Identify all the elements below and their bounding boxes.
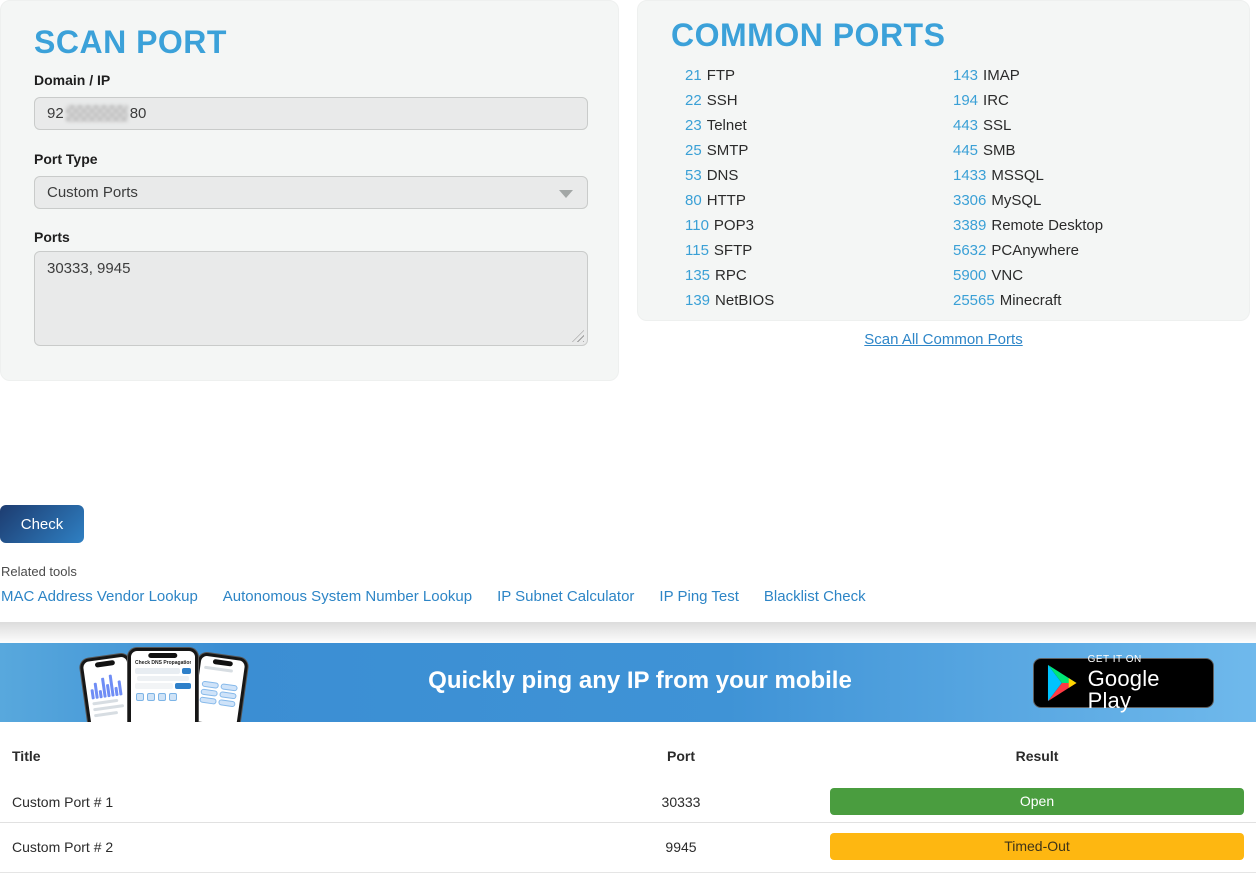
common-port-link[interactable]: 139NetBIOS bbox=[685, 292, 774, 317]
common-port-link[interactable]: 110POP3 bbox=[685, 217, 774, 242]
ports-textarea[interactable]: 30333, 9945 bbox=[34, 251, 588, 346]
result-row-port: 9945 bbox=[532, 839, 830, 855]
phone-center: Check DNS Propagation bbox=[128, 648, 198, 722]
related-tool-link-mac-address[interactable]: MAC Address Vendor Lookup bbox=[1, 588, 198, 605]
scan-port-card: SCAN PORT Domain / IP 92 80 Port Type Cu… bbox=[0, 0, 619, 381]
related-tool-link-asn-lookup[interactable]: Autonomous System Number Lookup bbox=[223, 588, 472, 605]
related-tool-link-ip-subnet[interactable]: IP Subnet Calculator bbox=[497, 588, 634, 605]
common-ports-column-1: 21FTP 22SSH 23Telnet 25SMTP 53DNS 80HTTP… bbox=[685, 67, 774, 317]
related-tools-label: Related tools bbox=[1, 564, 77, 579]
chevron-down-icon bbox=[559, 190, 573, 198]
google-play-label: Google Play bbox=[1088, 668, 1201, 712]
common-port-link[interactable]: 194IRC bbox=[953, 92, 1103, 117]
google-play-icon bbox=[1046, 664, 1078, 702]
resize-grip-icon[interactable] bbox=[572, 330, 584, 342]
common-port-link[interactable]: 443SSL bbox=[953, 117, 1103, 142]
common-port-link[interactable]: 53DNS bbox=[685, 167, 774, 192]
common-ports-column-2: 143IMAP 194IRC 443SSL 445SMB 1433MSSQL 3… bbox=[953, 67, 1103, 317]
common-port-link[interactable]: 21FTP bbox=[685, 67, 774, 92]
port-type-selected-value: Custom Ports bbox=[47, 184, 138, 201]
header-port: Port bbox=[532, 748, 830, 764]
common-port-link[interactable]: 1433MSSQL bbox=[953, 167, 1103, 192]
table-row: Custom Port # 2 9945 Timed-Out bbox=[0, 833, 1256, 860]
port-type-select[interactable]: Custom Ports bbox=[34, 176, 588, 209]
status-badge: Open bbox=[830, 788, 1244, 815]
check-button[interactable]: Check bbox=[0, 505, 84, 543]
scan-all-wrapper: Scan All Common Ports bbox=[637, 331, 1250, 349]
ports-label: Ports bbox=[34, 229, 70, 245]
common-port-link[interactable]: 3306MySQL bbox=[953, 192, 1103, 217]
phone-mockups-image: Check DNS Propagation bbox=[84, 646, 244, 722]
header-result: Result bbox=[830, 748, 1244, 764]
common-port-link[interactable]: 5900VNC bbox=[953, 267, 1103, 292]
related-tools-row: MAC Address Vendor Lookup Autonomous Sys… bbox=[1, 588, 866, 605]
domain-ip-value-suffix: 80 bbox=[130, 105, 147, 122]
banner-headline: Quickly ping any IP from your mobile bbox=[260, 667, 1020, 695]
common-port-link[interactable]: 22SSH bbox=[685, 92, 774, 117]
common-ports-title: COMMON PORTS bbox=[671, 17, 945, 54]
phone-notch bbox=[213, 659, 234, 667]
common-port-link[interactable]: 445SMB bbox=[953, 142, 1103, 167]
common-ports-card: COMMON PORTS 21FTP 22SSH 23Telnet 25SMTP… bbox=[637, 0, 1250, 321]
common-port-link[interactable]: 80HTTP bbox=[685, 192, 774, 217]
phone-notch bbox=[95, 660, 116, 668]
port-type-label: Port Type bbox=[34, 151, 98, 167]
ping-chart-graphic bbox=[88, 669, 127, 700]
common-port-link[interactable]: 5632PCAnywhere bbox=[953, 242, 1103, 267]
result-row-port: 30333 bbox=[532, 794, 830, 810]
domain-ip-value-prefix: 92 bbox=[47, 105, 64, 122]
common-port-link[interactable]: 25565Minecraft bbox=[953, 292, 1103, 317]
mobile-app-banner: Check DNS Propagation Quickly ping any I… bbox=[0, 643, 1256, 722]
common-port-link[interactable]: 143IMAP bbox=[953, 67, 1103, 92]
get-it-on-label: GET IT ON bbox=[1088, 655, 1201, 665]
common-port-link[interactable]: 115SFTP bbox=[685, 242, 774, 267]
header-title: Title bbox=[12, 748, 532, 764]
ports-value: 30333, 9945 bbox=[47, 260, 130, 277]
common-port-link[interactable]: 3389Remote Desktop bbox=[953, 217, 1103, 242]
phone-right bbox=[189, 652, 249, 722]
results-header-row: Title Port Result bbox=[0, 748, 1256, 764]
common-port-link[interactable]: 25SMTP bbox=[685, 142, 774, 167]
domain-ip-input[interactable]: 92 80 bbox=[34, 97, 588, 130]
common-port-link[interactable]: 135RPC bbox=[685, 267, 774, 292]
google-play-badge[interactable]: GET IT ON Google Play bbox=[1033, 658, 1214, 708]
scan-results-table: Title Port Result Custom Port # 1 30333 … bbox=[0, 738, 1256, 875]
status-badge: Timed-Out bbox=[830, 833, 1244, 860]
domain-ip-label: Domain / IP bbox=[34, 72, 110, 88]
result-row-title: Custom Port # 2 bbox=[12, 839, 532, 855]
scan-port-title: SCAN PORT bbox=[34, 24, 227, 61]
common-port-link[interactable]: 23Telnet bbox=[685, 117, 774, 142]
related-tool-link-blacklist[interactable]: Blacklist Check bbox=[764, 588, 866, 605]
section-divider bbox=[0, 622, 1256, 643]
google-play-text: GET IT ON Google Play bbox=[1088, 655, 1201, 712]
phone-notch bbox=[148, 653, 177, 658]
phone-screen-title: Check DNS Propagation bbox=[135, 660, 191, 666]
bottom-divider bbox=[0, 872, 1256, 873]
row-divider bbox=[0, 822, 1256, 823]
result-row-title: Custom Port # 1 bbox=[12, 794, 532, 810]
related-tool-link-ip-ping[interactable]: IP Ping Test bbox=[659, 588, 739, 605]
scan-all-common-ports-link[interactable]: Scan All Common Ports bbox=[864, 331, 1022, 348]
domain-ip-censored-segment bbox=[66, 105, 128, 122]
table-row: Custom Port # 1 30333 Open bbox=[0, 788, 1256, 815]
